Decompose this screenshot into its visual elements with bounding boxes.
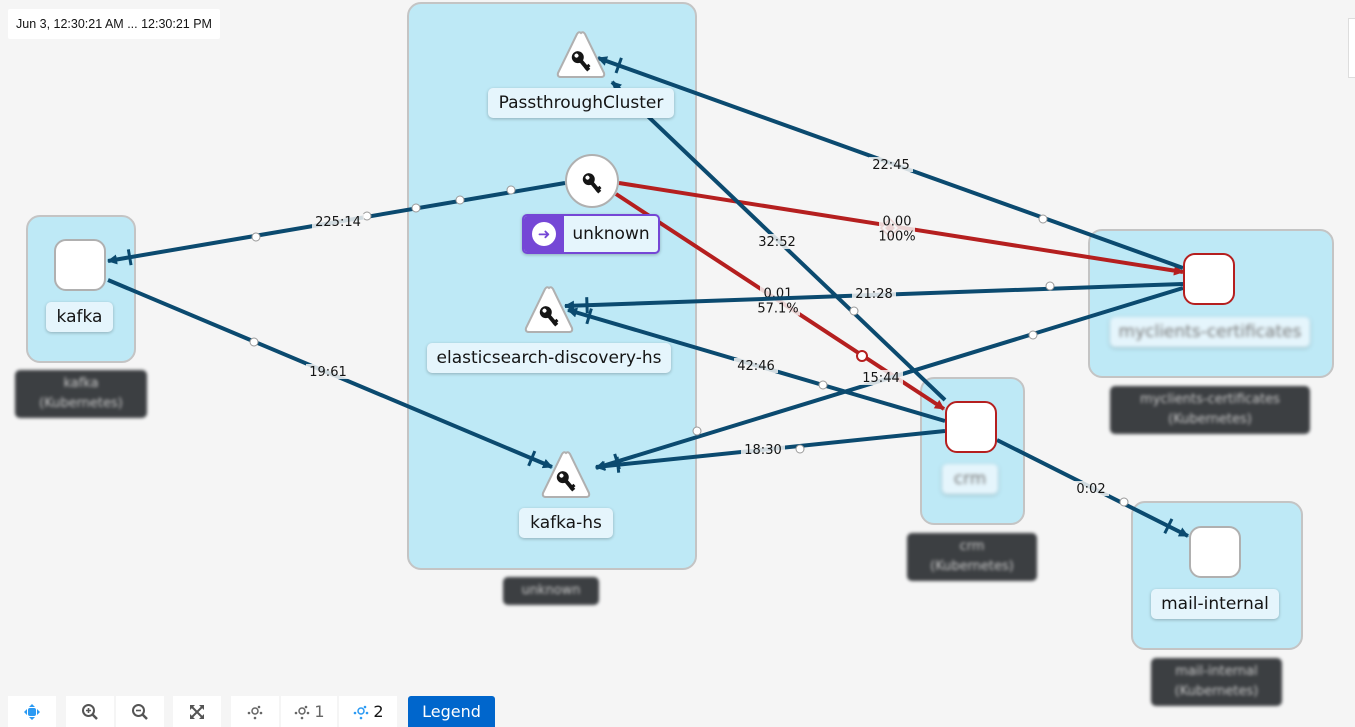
node-label-mail-internal: mail-internal xyxy=(1151,589,1279,619)
traffic-dot xyxy=(1119,497,1129,507)
node-label-kafka-hs: kafka-hs xyxy=(519,508,613,538)
traffic-dot xyxy=(692,426,702,436)
traffic-dot xyxy=(849,306,859,316)
layout-1-label: 1 xyxy=(314,702,325,721)
traffic-dot xyxy=(251,232,261,242)
edge-label: 57.1% xyxy=(757,302,798,317)
fit-to-screen-button[interactable] xyxy=(173,696,221,727)
edge-label: 18:30 xyxy=(744,443,781,458)
edge-label: 42:46 xyxy=(737,359,774,374)
pan-button[interactable] xyxy=(8,696,56,727)
layout-2-label: 2 xyxy=(373,702,384,721)
node-crm[interactable] xyxy=(945,401,997,453)
node-label-passthroughcluster: PassthroughCluster xyxy=(488,88,674,118)
expand-icon xyxy=(190,704,204,719)
edge-unknown-myclients[interactable]: 0.00100% xyxy=(618,181,1184,276)
node-passthroughcluster[interactable] xyxy=(555,30,607,80)
edge-tick xyxy=(585,297,589,314)
node-kafka-hs[interactable] xyxy=(540,450,592,500)
node-label-myclients-certificates: myclients-certificates xyxy=(1110,317,1310,347)
graph-edges-layer: 225:1419:610.00100%0.0157.1%22:4532:5221… xyxy=(107,56,1189,538)
edge-label: 0.00 xyxy=(883,215,912,230)
node-myclients-certificates[interactable] xyxy=(1183,253,1235,305)
edge-myclients-kafka_hs[interactable]: 15:44 xyxy=(595,286,1184,471)
edge-label: 22:45 xyxy=(872,158,909,173)
zoom-in-icon xyxy=(82,703,98,720)
node-elasticsearch-discovery-hs[interactable] xyxy=(523,285,575,335)
traffic-dot xyxy=(818,380,828,390)
traffic-dot xyxy=(1038,214,1048,224)
topology-icon xyxy=(247,705,263,719)
layout-2-button[interactable]: 2 xyxy=(339,696,397,727)
zoom-in-button[interactable] xyxy=(66,696,114,727)
traffic-dot xyxy=(455,195,465,205)
edge-label: 0:02 xyxy=(1076,482,1105,497)
edge-label: 21:28 xyxy=(855,287,892,302)
legend-button[interactable]: Legend xyxy=(408,696,495,727)
zoom-out-button[interactable] xyxy=(116,696,164,727)
traffic-dot xyxy=(795,444,805,454)
node-unknown[interactable] xyxy=(564,153,620,209)
node-label-kafka: kafka xyxy=(46,302,113,332)
traffic-dot xyxy=(506,185,516,195)
node-label-elasticsearch-discovery-hs: elasticsearch-discovery-hs xyxy=(427,343,671,373)
edge-label: 15:44 xyxy=(862,371,899,386)
traffic-dot xyxy=(1028,330,1038,340)
traffic-dot xyxy=(856,350,868,362)
layout-1-button[interactable]: 1 xyxy=(281,696,337,727)
edge-myclients-elasticsearch[interactable]: 21:28 xyxy=(564,281,1184,314)
node-label-text: unknown xyxy=(572,224,650,244)
edge-label: 225:14 xyxy=(315,215,361,230)
node-label-crm: crm xyxy=(942,464,998,494)
traffic-dot xyxy=(411,203,421,213)
topology-icon xyxy=(354,705,369,719)
node-label-unknown: ➜ unknown xyxy=(522,214,660,254)
unknown-source-badge: ➜ xyxy=(524,216,564,252)
edge-kafka-kafka_hs[interactable]: 19:61 xyxy=(107,278,553,469)
edge-label: 19:61 xyxy=(309,365,346,380)
edge-tick xyxy=(615,456,621,473)
traffic-dot xyxy=(362,211,372,221)
node-mail-internal[interactable] xyxy=(1189,526,1241,578)
move-icon xyxy=(24,703,40,720)
zoom-out-icon xyxy=(132,703,148,720)
traffic-dot xyxy=(249,337,259,347)
node-kafka[interactable] xyxy=(54,239,106,291)
traffic-dot xyxy=(1045,281,1055,291)
layout-default-button[interactable] xyxy=(231,696,279,727)
edge-crm-mail[interactable]: 0:02 xyxy=(996,438,1189,538)
topology-icon xyxy=(295,705,310,719)
arrow-right-icon: ➜ xyxy=(532,222,556,246)
edge-tick xyxy=(126,249,133,266)
edge-unknown-kafka[interactable]: 225:14 xyxy=(107,181,566,266)
edge-label: 100% xyxy=(878,230,915,245)
edge-label: 32:52 xyxy=(758,235,795,250)
